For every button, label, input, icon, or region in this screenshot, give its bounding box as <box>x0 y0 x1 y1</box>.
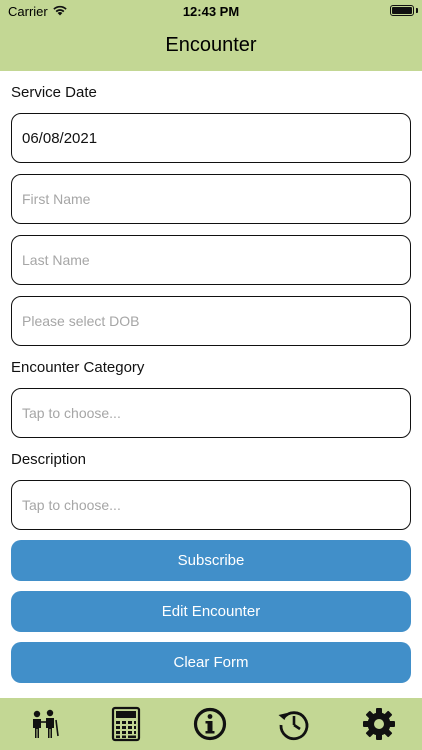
top-header: Carrier 12:43 PM Encounter <box>0 0 422 71</box>
encounter-category-field[interactable]: Tap to choose... <box>11 388 411 438</box>
status-time: 12:43 PM <box>182 4 240 19</box>
service-date-label: Service Date <box>11 84 97 101</box>
description-label: Description <box>11 451 87 468</box>
status-bar: Carrier 12:43 PM <box>0 0 422 24</box>
battery-icon <box>390 5 414 16</box>
gear-icon[interactable] <box>361 706 397 742</box>
description-field[interactable]: Tap to choose... <box>11 480 411 530</box>
people-icon[interactable] <box>26 706 62 742</box>
calculator-icon[interactable] <box>108 706 144 742</box>
history-icon[interactable] <box>276 706 312 742</box>
dob-field[interactable]: Please select DOB <box>11 296 411 346</box>
last-name-field[interactable]: Last Name <box>11 235 411 285</box>
service-date-field[interactable]: 06/08/2021 <box>11 113 411 163</box>
battery-cap <box>416 8 418 13</box>
page-title: Encounter <box>165 34 257 56</box>
first-name-field[interactable]: First Name <box>11 174 411 224</box>
tab-bar <box>0 698 422 750</box>
info-icon[interactable] <box>192 706 228 742</box>
subscribe-button[interactable]: Subscribe <box>11 540 411 581</box>
edit-encounter-button[interactable]: Edit Encounter <box>11 591 411 632</box>
clear-form-button[interactable]: Clear Form <box>11 642 411 683</box>
encounter-category-label: Encounter Category <box>11 359 145 376</box>
